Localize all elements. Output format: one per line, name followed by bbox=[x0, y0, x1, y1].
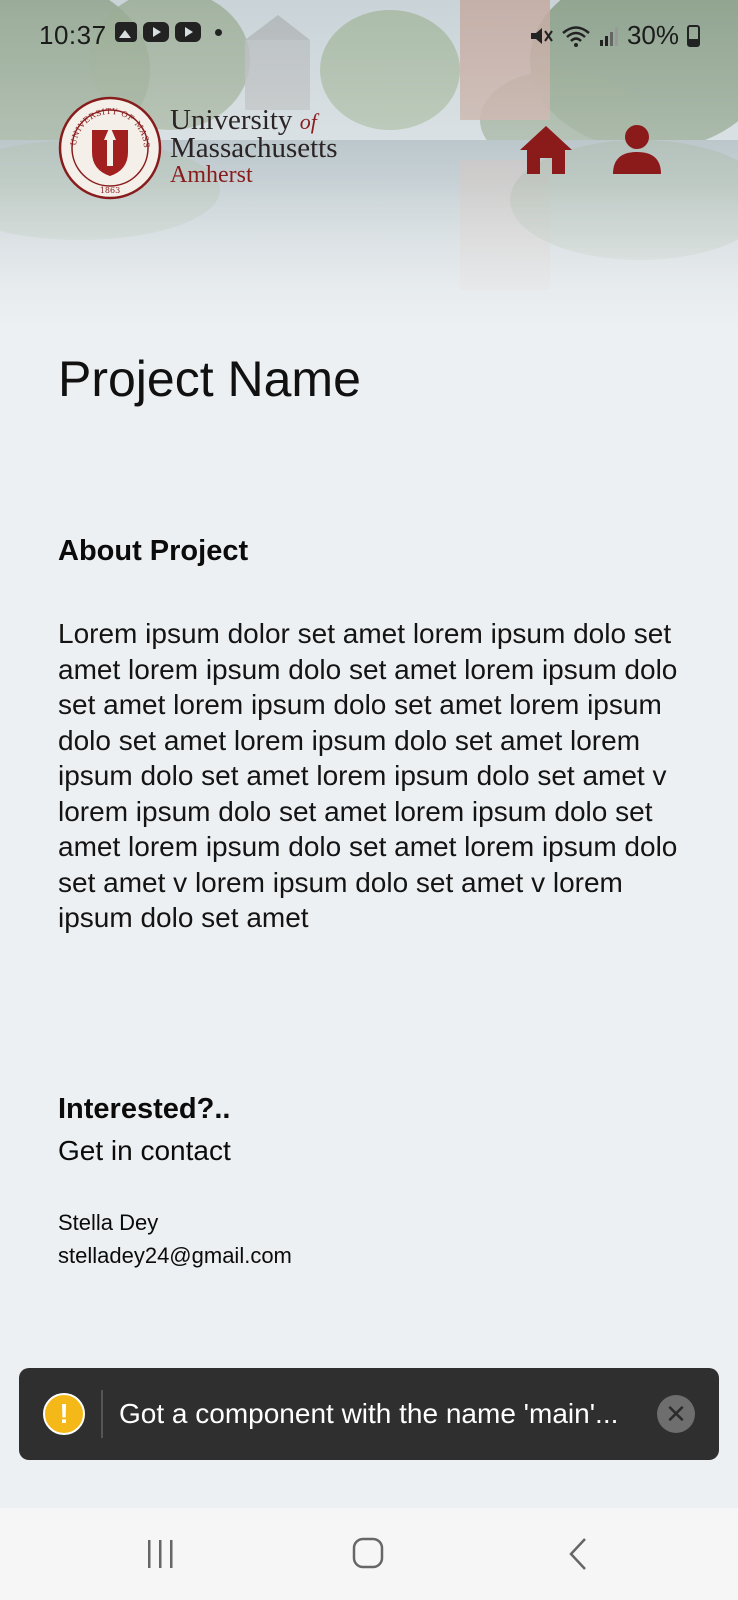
system-status-icons: 30% bbox=[529, 20, 700, 51]
page-title: Project Name bbox=[58, 351, 361, 407]
mute-icon bbox=[530, 27, 553, 44]
system-nav-bar bbox=[0, 1508, 738, 1600]
status-bar: 10:37 30% bbox=[0, 0, 738, 70]
gallery-icon bbox=[115, 22, 137, 42]
seal-year: 1863 bbox=[100, 186, 120, 195]
user-icon[interactable] bbox=[609, 124, 665, 176]
battery-icon bbox=[687, 24, 700, 47]
wifi-icon bbox=[562, 25, 590, 47]
contact-subheading: Get in contact bbox=[58, 1135, 231, 1166]
close-icon[interactable]: ✕ bbox=[657, 1395, 695, 1433]
recent-apps-icon[interactable] bbox=[143, 1536, 183, 1572]
dot-icon bbox=[215, 28, 222, 36]
interested-heading: Interested?.. bbox=[58, 1093, 231, 1125]
logo-amherst: Amherst bbox=[170, 162, 253, 188]
home-icon[interactable] bbox=[518, 124, 574, 176]
youtube-icon bbox=[175, 22, 201, 42]
about-heading: About Project bbox=[58, 535, 249, 567]
header-backdrop: 10:37 30% UNIVERSITY OF MASS 1863 Univer… bbox=[0, 0, 738, 330]
logo-massachusetts: Massachusetts bbox=[170, 132, 338, 164]
about-text: Lorem ipsum dolor set amet lorem ipsum d… bbox=[58, 618, 678, 933]
warning-icon: ! bbox=[43, 1393, 85, 1435]
warning-toast[interactable]: ! Got a component with the name 'main'..… bbox=[19, 1368, 719, 1460]
home-button-icon[interactable] bbox=[349, 1536, 389, 1572]
umass-logo[interactable]: UNIVERSITY OF MASSACHUSETTS 1863 Univers… bbox=[58, 96, 338, 200]
logo-of: of bbox=[299, 109, 317, 134]
toast-message: Got a component with the name 'main'... bbox=[119, 1398, 619, 1429]
contact-name: Stella Dey bbox=[58, 1210, 159, 1235]
signal-icon bbox=[599, 26, 618, 46]
contact-email[interactable]: stelladey24@gmail.com bbox=[58, 1243, 292, 1269]
battery-percent: 30% bbox=[626, 20, 679, 50]
youtube-icon bbox=[143, 22, 169, 42]
notification-icons bbox=[115, 22, 222, 42]
logo-wordmark: University of Massachusetts Amherst bbox=[170, 106, 338, 189]
status-time: 10:37 bbox=[39, 20, 107, 50]
university-seal-icon: UNIVERSITY OF MASSACHUSETTS 1863 bbox=[58, 96, 162, 200]
toast-divider bbox=[101, 1390, 103, 1438]
back-icon[interactable] bbox=[561, 1536, 601, 1572]
